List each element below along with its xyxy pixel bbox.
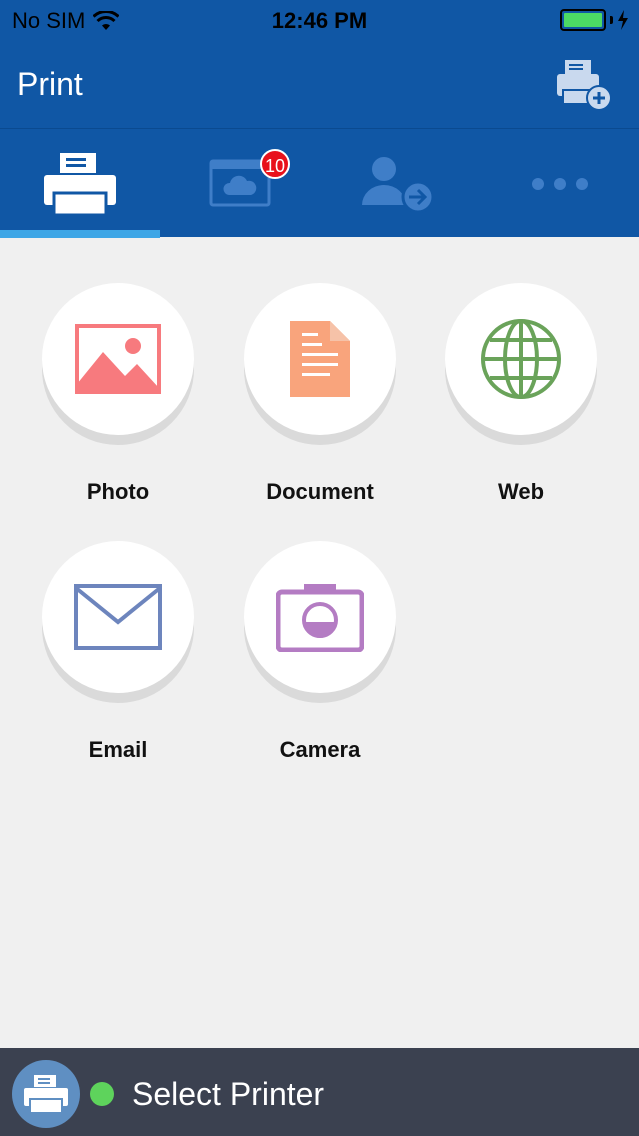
- select-printer-label: Select Printer: [132, 1076, 325, 1112]
- tab-bar: 10: [0, 128, 639, 238]
- status-bar: No SIM 12:46 PM: [0, 0, 639, 40]
- more-icon: [532, 177, 588, 190]
- add-printer-button[interactable]: [551, 58, 613, 112]
- email-circle: [42, 541, 194, 703]
- circle: [244, 541, 396, 693]
- select-printer-bar[interactable]: Select Printer: [0, 1048, 639, 1136]
- print-camera-button[interactable]: Camera: [240, 541, 400, 771]
- page-title: Print: [17, 66, 83, 102]
- globe-icon: [481, 319, 561, 399]
- photo-circle: [42, 283, 194, 445]
- camera-circle: [244, 541, 396, 703]
- camera-icon: [276, 584, 364, 652]
- print-web-button[interactable]: Web: [441, 283, 601, 513]
- photo-icon: [75, 324, 161, 394]
- status-time: 12:46 PM: [271, 8, 368, 33]
- tab-cloud-photos[interactable]: [160, 129, 320, 238]
- circle: [244, 283, 396, 435]
- web-label: Web: [497, 479, 545, 504]
- battery-level: [564, 13, 602, 27]
- nav-bar: Print: [0, 40, 639, 128]
- printer-avatar: [12, 1060, 80, 1128]
- print-email-button[interactable]: Email: [38, 541, 198, 771]
- add-printer-icon: [557, 60, 612, 111]
- circle: [42, 541, 194, 693]
- camera-label: Camera: [279, 737, 361, 762]
- printer-status-dot: [90, 1082, 114, 1106]
- circle: [445, 283, 597, 435]
- document-label: Document: [266, 479, 374, 504]
- battery-icon: [560, 9, 606, 31]
- print-document-button[interactable]: Document: [240, 283, 400, 513]
- photo-label: Photo: [86, 479, 150, 504]
- user-arrow-icon: [362, 156, 435, 213]
- email-label: Email: [88, 737, 148, 762]
- document-icon: [290, 321, 350, 397]
- document-circle: [244, 283, 396, 445]
- printer-icon: [44, 152, 116, 215]
- web-circle: [445, 283, 597, 445]
- print-photo-button[interactable]: Photo: [38, 283, 198, 513]
- circle: [42, 283, 194, 435]
- charging-icon: [618, 10, 628, 30]
- printer-small-icon: [24, 1075, 68, 1113]
- tab-account[interactable]: [320, 129, 480, 238]
- tab-active-indicator: [0, 230, 160, 238]
- notification-badge: 10: [260, 149, 290, 179]
- envelope-icon: [74, 584, 162, 650]
- tab-more[interactable]: [480, 129, 639, 238]
- battery-indicator: [560, 9, 629, 31]
- battery-nub: [610, 16, 613, 24]
- tab-print[interactable]: [0, 129, 160, 238]
